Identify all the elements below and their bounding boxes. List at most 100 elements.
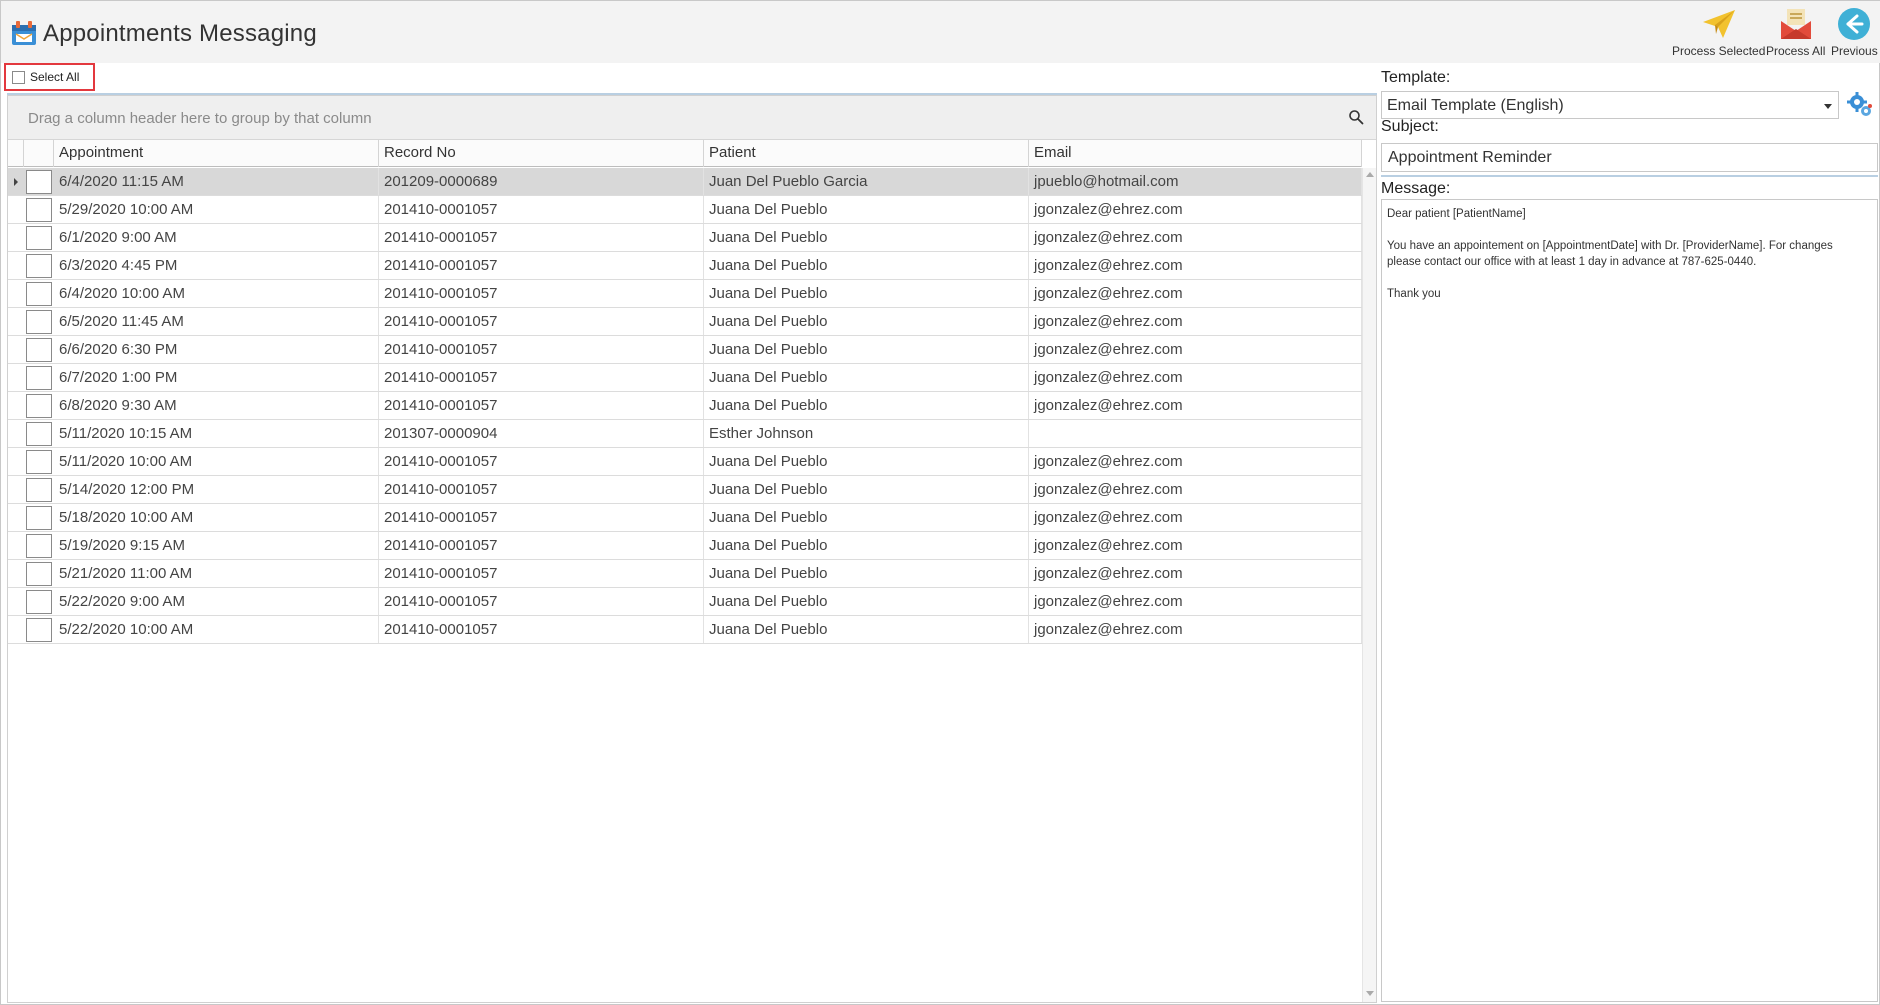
cell-patient: Juana Del Pueblo	[704, 476, 1029, 503]
cell-record-no: 201209-0000689	[379, 168, 704, 195]
column-header-record-no[interactable]: Record No	[379, 140, 704, 167]
cell-appointment: 5/11/2020 10:00 AM	[54, 448, 379, 475]
table-row[interactable]: 5/11/2020 10:00 AM 201410-0001057 Juana De…	[8, 448, 1362, 476]
search-icon[interactable]	[1348, 109, 1366, 127]
cell-appointment: 5/21/2020 11:00 AM	[54, 560, 379, 587]
cell-patient: Juana Del Pueblo	[704, 448, 1029, 475]
row-indicator-header	[8, 140, 24, 167]
cell-record-no: 201410-0001057	[379, 532, 704, 559]
row-checkbox[interactable]	[26, 226, 52, 250]
row-checkbox[interactable]	[26, 562, 52, 586]
cell-email: jpueblo@hotmail.com	[1029, 168, 1362, 195]
row-checkbox[interactable]	[26, 254, 52, 278]
scroll-up-icon[interactable]	[1366, 172, 1374, 177]
table-row[interactable]: 5/14/2020 12:00 PM 201410-0001057 Juana De…	[8, 476, 1362, 504]
grid-header: Appointment Record No Patient Email	[8, 140, 1362, 167]
message-panel: Template: Email Template (English) Subje…	[1381, 63, 1878, 1003]
cell-patient: Juana Del Pueblo	[704, 336, 1029, 363]
page-title: Appointments Messaging	[43, 20, 317, 47]
table-row[interactable]: 5/11/2020 10:15 AM 201307-0000904 Esther J…	[8, 420, 1362, 448]
message-textarea[interactable]: Dear patient [PatientName] You have an a…	[1381, 199, 1878, 1002]
row-checkbox[interactable]	[26, 338, 52, 362]
column-header-appointment[interactable]: Appointment	[54, 140, 379, 167]
vertical-scrollbar[interactable]	[1362, 168, 1376, 1002]
cell-patient: Juana Del Pueblo	[704, 196, 1029, 223]
cell-appointment: 5/14/2020 12:00 PM	[54, 476, 379, 503]
cell-patient: Juana Del Pueblo	[704, 588, 1029, 615]
table-row[interactable]: 5/21/2020 11:00 AM 201410-0001057 Juana De…	[8, 560, 1362, 588]
template-dropdown[interactable]: Email Template (English)	[1381, 91, 1839, 119]
row-checkbox[interactable]	[26, 534, 52, 558]
scroll-down-icon[interactable]	[1366, 991, 1374, 996]
window: Appointments Messaging Process Selected	[0, 0, 1880, 1005]
table-row[interactable]: 5/22/2020 10:00 AM 201410-0001057 Juana De…	[8, 616, 1362, 644]
table-row[interactable]: 6/4/2020 10:00 AM 201410-0001057 Juana Del…	[8, 280, 1362, 308]
cell-patient: Juana Del Pueblo	[704, 364, 1029, 391]
cell-patient: Juana Del Pueblo	[704, 252, 1029, 279]
process-selected-button[interactable]: Process Selected	[1672, 5, 1765, 61]
row-indicator	[8, 588, 24, 615]
previous-button[interactable]: Previous	[1831, 5, 1878, 61]
cell-appointment: 6/8/2020 9:30 AM	[54, 392, 379, 419]
cell-appointment: 6/5/2020 11:45 AM	[54, 308, 379, 335]
cell-record-no: 201410-0001057	[379, 588, 704, 615]
cell-email: jgonzalez@ehrez.com	[1029, 196, 1362, 223]
cell-email: jgonzalez@ehrez.com	[1029, 364, 1362, 391]
table-row[interactable]: 5/22/2020 9:00 AM 201410-0001057 Juana Del…	[8, 588, 1362, 616]
cell-record-no: 201410-0001057	[379, 252, 704, 279]
row-checkbox[interactable]	[26, 394, 52, 418]
row-checkbox[interactable]	[26, 450, 52, 474]
row-indicator	[8, 448, 24, 475]
table-row[interactable]: 6/5/2020 11:45 AM 201410-0001057 Juana Del…	[8, 308, 1362, 336]
row-checkbox[interactable]	[26, 198, 52, 222]
row-checkbox[interactable]	[26, 478, 52, 502]
cell-record-no: 201410-0001057	[379, 560, 704, 587]
row-indicator	[8, 252, 24, 279]
row-indicator	[8, 532, 24, 559]
chevron-down-icon[interactable]	[1824, 104, 1832, 109]
cell-appointment: 5/19/2020 9:15 AM	[54, 532, 379, 559]
row-checkbox[interactable]	[26, 366, 52, 390]
cell-record-no: 201410-0001057	[379, 308, 704, 335]
process-all-button[interactable]: Process All	[1766, 5, 1825, 61]
table-row[interactable]: 5/19/2020 9:15 AM 201410-0001057 Juana Del…	[8, 532, 1362, 560]
table-row[interactable]: 6/6/2020 6:30 PM 201410-0001057 Juana Del …	[8, 336, 1362, 364]
row-checkbox[interactable]	[26, 590, 52, 614]
table-row[interactable]: 6/4/2020 11:15 AM 201209-0000689 Juan Del …	[8, 168, 1362, 196]
subject-input[interactable]: Appointment Reminder	[1381, 143, 1878, 172]
row-indicator	[8, 336, 24, 363]
table-row[interactable]: 6/8/2020 9:30 AM 201410-0001057 Juana Del …	[8, 392, 1362, 420]
column-header-patient[interactable]: Patient	[704, 140, 1029, 167]
template-label: Template:	[1381, 69, 1451, 86]
gear-icon[interactable]	[1846, 91, 1874, 119]
cell-patient: Juana Del Pueblo	[704, 224, 1029, 251]
row-checkbox[interactable]	[26, 310, 52, 334]
paper-plane-icon	[1700, 5, 1738, 43]
table-row[interactable]: 5/29/2020 10:00 AM 201410-0001057 Juana De…	[8, 196, 1362, 224]
message-line: Thank you	[1387, 288, 1441, 300]
checkbox-column-header[interactable]	[24, 140, 54, 167]
row-checkbox[interactable]	[26, 506, 52, 530]
column-header-email[interactable]: Email	[1029, 140, 1362, 167]
row-indicator	[8, 560, 24, 587]
select-all-box[interactable]	[12, 70, 25, 84]
cell-appointment: 5/18/2020 10:00 AM	[54, 504, 379, 531]
cell-email: jgonzalez@ehrez.com	[1029, 588, 1362, 615]
cell-patient: Juana Del Pueblo	[704, 280, 1029, 307]
group-panel[interactable]: Drag a column header here to group by th…	[8, 96, 1376, 140]
row-checkbox[interactable]	[26, 618, 52, 642]
select-all-checkbox[interactable]: Select All	[4, 63, 95, 91]
table-row[interactable]: 5/18/2020 10:00 AM 201410-0001057 Juana De…	[8, 504, 1362, 532]
cell-patient: Juan Del Pueblo Garcia	[704, 168, 1029, 195]
cell-patient: Juana Del Pueblo	[704, 308, 1029, 335]
row-checkbox[interactable]	[26, 282, 52, 306]
table-row[interactable]: 6/3/2020 4:45 PM 201410-0001057 Juana Del …	[8, 252, 1362, 280]
table-row[interactable]: 6/1/2020 9:00 AM 201410-0001057 Juana Del …	[8, 224, 1362, 252]
table-row[interactable]: 6/7/2020 1:00 PM 201410-0001057 Juana Del …	[8, 364, 1362, 392]
cell-record-no: 201410-0001057	[379, 364, 704, 391]
cell-record-no: 201307-0000904	[379, 420, 704, 447]
row-checkbox[interactable]	[26, 170, 52, 194]
row-checkbox[interactable]	[26, 422, 52, 446]
current-row-arrow-icon	[14, 178, 18, 186]
cell-email: jgonzalez@ehrez.com	[1029, 448, 1362, 475]
